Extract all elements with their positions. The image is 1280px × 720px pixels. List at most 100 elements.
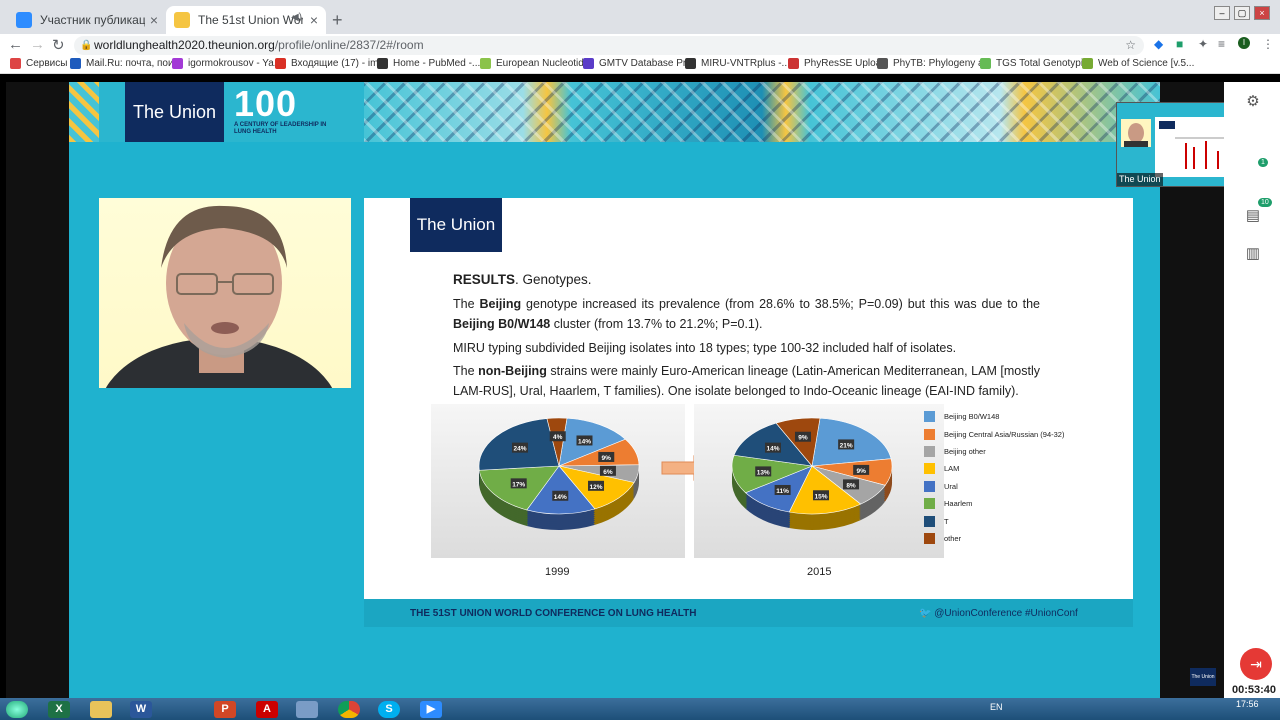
language-indicator[interactable]: EN xyxy=(990,702,1003,712)
legend-item: other xyxy=(924,530,1064,547)
queue-icon[interactable]: ≡ xyxy=(1218,37,1225,51)
bookmark-item[interactable]: TGS Total Genotypi... xyxy=(980,58,1091,69)
data-label: 12% xyxy=(590,484,603,491)
lock-icon[interactable]: 🔒 xyxy=(80,36,92,55)
chrome-icon[interactable] xyxy=(338,701,360,718)
zoom-favicon-icon xyxy=(16,12,32,28)
pie-chart-svg: 14% 9% 6% 12% 14% 17% 24% 4% xyxy=(478,417,640,530)
puzzle-icon[interactable]: ✦ xyxy=(1198,37,1208,51)
bookmark-item[interactable]: PhyTB: Phylogeny a... xyxy=(877,58,992,69)
address-bar: ← → ↻ 🔒 worldlunghealth2020.theunion.org… xyxy=(0,34,1280,56)
self-view-label: The Union xyxy=(1117,173,1163,186)
speaker-icon[interactable]: ◀) xyxy=(291,12,302,23)
presentation-slide: The Union RESULTS. Genotypes. The Beijin… xyxy=(364,198,1133,599)
bookmark-star-icon[interactable]: ☆ xyxy=(1125,36,1136,55)
union-logo: The Union xyxy=(125,82,224,142)
data-label: 15% xyxy=(815,493,828,500)
legend-swatch xyxy=(924,515,935,527)
url-field[interactable]: 🔒 worldlunghealth2020.theunion.org/profi… xyxy=(74,36,1144,55)
bookmark-item[interactable]: European Nucleotid... xyxy=(480,58,592,69)
browser-tab-bar: Участник публикации - Zoom × The 51st Un… xyxy=(0,0,1280,34)
profile-avatar[interactable]: I xyxy=(1238,37,1250,49)
new-tab-button[interactable]: + xyxy=(332,10,343,31)
skype-icon[interactable]: S xyxy=(378,701,400,718)
data-label: 14% xyxy=(766,446,779,453)
bookmark-item[interactable]: GMTV Database Pr... xyxy=(583,58,694,69)
data-label: 13% xyxy=(757,469,770,476)
pubmed-icon xyxy=(377,58,388,69)
chat-badge: 10 xyxy=(1258,198,1272,207)
menu-icon[interactable]: ⋮ xyxy=(1262,37,1274,51)
maximize-button[interactable]: ▢ xyxy=(1234,6,1250,20)
window-controls: – ▢ × xyxy=(1214,6,1270,20)
legend-swatch xyxy=(924,445,935,457)
zoom-icon[interactable]: ▶ xyxy=(420,701,442,718)
gmtv-icon xyxy=(583,58,594,69)
data-label: 17% xyxy=(512,481,525,488)
legend-item: Beijing other xyxy=(924,443,1064,460)
tab-zoom[interactable]: Участник публикации - Zoom × xyxy=(8,6,166,34)
acrobat-icon[interactable]: A xyxy=(256,701,278,718)
back-button[interactable]: ← xyxy=(8,36,23,53)
excel-icon[interactable]: X xyxy=(48,701,70,718)
legend-item: Beijing B0/W148 xyxy=(924,408,1064,425)
phytb-icon xyxy=(877,58,888,69)
settings-gear-icon[interactable]: ⚙ xyxy=(1241,90,1265,114)
tab-label: Участник публикации - Zoom xyxy=(40,13,145,27)
close-icon[interactable]: × xyxy=(150,12,158,28)
tgs-icon xyxy=(980,58,991,69)
start-button[interactable] xyxy=(6,701,28,718)
meeting-timer: 00:53:40 xyxy=(1232,684,1277,696)
yandex-mail-icon xyxy=(172,58,183,69)
zoom-side-panel: ⚙ 1 ▤ 10 ▥ xyxy=(1224,82,1280,698)
tab-label: The 51st Union World Confe xyxy=(198,13,303,27)
heading-rest: . Genotypes. xyxy=(515,272,592,287)
data-label: 9% xyxy=(856,468,866,475)
bookmark-item[interactable]: igormokrousov - Ya... xyxy=(172,58,282,69)
window-close-button[interactable]: × xyxy=(1254,6,1270,20)
banner-pattern xyxy=(69,82,99,142)
chat-icon[interactable]: ▤ xyxy=(1241,204,1265,228)
powerpoint-icon[interactable]: P xyxy=(214,701,236,718)
participants-badge: 1 xyxy=(1258,158,1268,167)
extension-badge-icon[interactable]: ■ xyxy=(1176,37,1183,51)
bookmark-item[interactable]: Web of Science [v.5... xyxy=(1082,58,1194,69)
chart-year-label: 1999 xyxy=(545,566,570,578)
url-path: /profile/online/2837/2#/room xyxy=(274,38,424,52)
bookmark-item[interactable]: MIRU-VNTRplus -... xyxy=(685,58,790,69)
documents-icon[interactable] xyxy=(296,701,318,718)
minimize-button[interactable]: – xyxy=(1214,6,1230,20)
presenter-video xyxy=(99,198,351,388)
data-label: 11% xyxy=(776,488,789,495)
word-icon[interactable]: W xyxy=(130,701,152,718)
bookmark-item[interactable]: Сервисы xyxy=(10,58,67,69)
data-label: 9% xyxy=(602,455,612,462)
data-label: 8% xyxy=(846,482,856,489)
tab-conference[interactable]: The 51st Union World Confe ◀) × xyxy=(166,6,326,34)
leave-icon[interactable]: ⇥ xyxy=(1240,648,1272,680)
slide-footer: THE 51ST UNION WORLD CONFERENCE ON LUNG … xyxy=(364,599,1133,627)
bookmarks-bar: Сервисы Mail.Ru: почта, пои... igormokro… xyxy=(0,56,1280,74)
slide-heading: RESULTS. Genotypes. xyxy=(453,270,1040,290)
bookmark-item[interactable]: Home - PubMed -... xyxy=(377,58,480,69)
extension-icon[interactable]: ◆ xyxy=(1154,37,1163,51)
heading-bold: RESULTS xyxy=(453,272,516,287)
legend-item: Haarlem xyxy=(924,495,1064,512)
stats-icon[interactable]: ▥ xyxy=(1241,242,1265,266)
gmail-icon xyxy=(275,58,286,69)
wos-icon xyxy=(1082,58,1093,69)
participant-avatar-svg xyxy=(1124,123,1148,147)
pie-chart-1999: 14% 9% 6% 12% 14% 17% 24% 4% xyxy=(431,404,685,558)
windows-taskbar: X W P A S ▶ EN 17:56 xyxy=(0,698,1280,720)
union-favicon-icon xyxy=(174,12,190,28)
forward-button[interactable]: → xyxy=(30,36,45,53)
system-clock[interactable]: 17:56 xyxy=(1236,700,1259,709)
bookmark-item[interactable]: Входящие (17) - im... xyxy=(275,58,387,69)
close-icon[interactable]: × xyxy=(310,12,318,28)
bookmark-item[interactable]: PhyResSE Upload xyxy=(788,58,887,69)
bookmark-item[interactable]: Mail.Ru: почта, пои... xyxy=(70,58,182,69)
data-label: 9% xyxy=(798,435,808,442)
explorer-icon[interactable] xyxy=(90,701,112,718)
reload-button[interactable]: ↻ xyxy=(52,36,65,54)
corner-logo: The Union xyxy=(1190,668,1216,686)
